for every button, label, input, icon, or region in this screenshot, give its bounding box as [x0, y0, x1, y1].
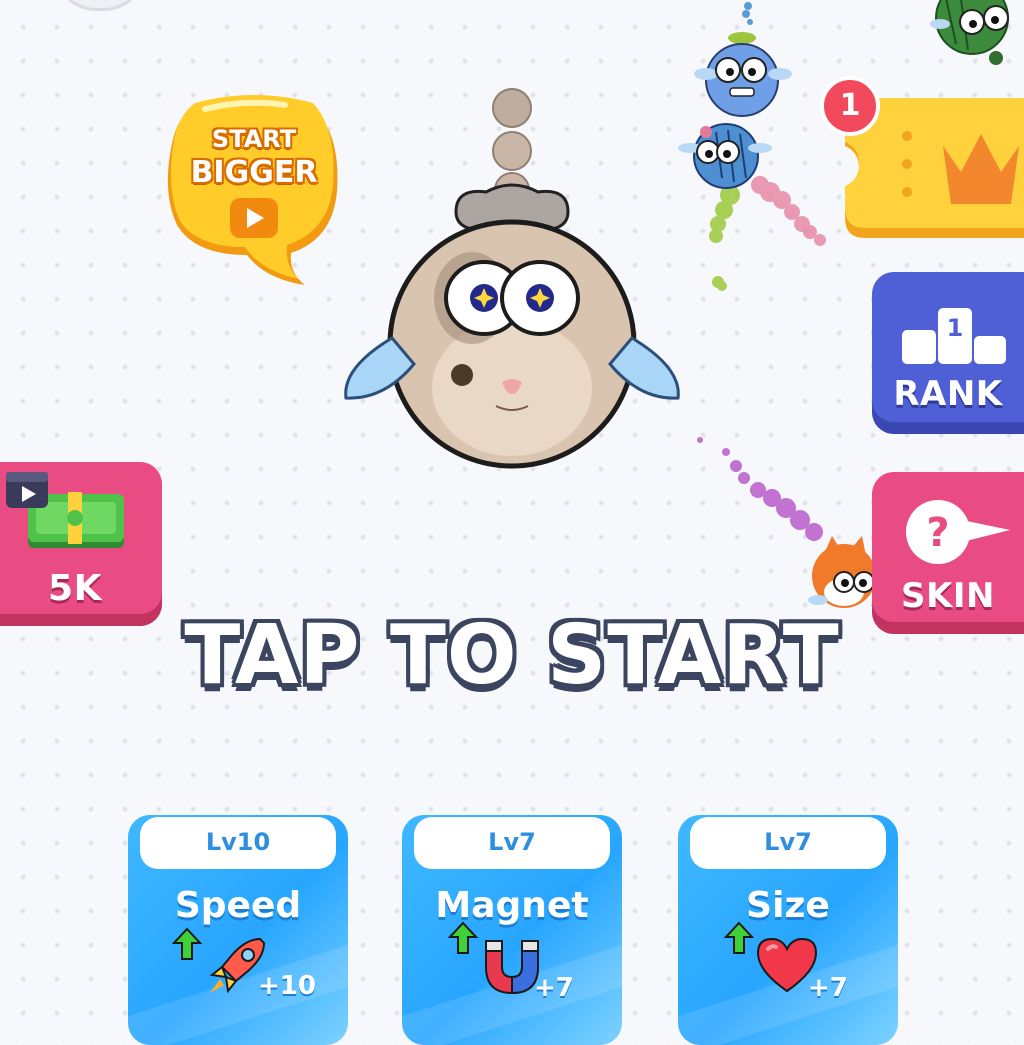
speed-level: Lv10 — [140, 817, 336, 869]
start-bigger-line1: START — [211, 125, 297, 153]
start-bigger-line2: BIGGER — [190, 155, 318, 190]
speed-upgrade-card[interactable]: Lv10 Speed +10 — [128, 815, 348, 1045]
podium-number: 1 — [947, 314, 964, 342]
blue-creature-enemy — [694, 32, 792, 117]
player-character — [344, 88, 680, 469]
start-bigger-button[interactable]: START BIGGER — [165, 95, 343, 285]
upgrade-arrow-icon — [724, 921, 754, 954]
magnet-name: Magnet — [435, 885, 589, 926]
cash-reward-button[interactable]: 5K — [0, 462, 162, 626]
speech-bubble-shape — [167, 95, 338, 285]
tap-to-start-prompt[interactable]: TAP TO START — [0, 608, 1024, 703]
size-name: Size — [746, 885, 830, 926]
magnet-bonus: +7 — [534, 973, 574, 1003]
question-glyph: ? — [926, 510, 949, 556]
cash-icon — [6, 472, 124, 548]
podium-icon: 1 — [902, 308, 1006, 364]
green-creature-enemy — [930, 0, 1009, 65]
magnet-level: Lv7 — [414, 817, 610, 869]
size-bonus: +7 — [808, 973, 848, 1003]
size-level: Lv7 — [690, 817, 886, 869]
speed-name: Speed — [174, 885, 302, 926]
fuzzy-creature-enemy — [678, 123, 772, 189]
play-video-icon — [230, 198, 278, 238]
cash-label: 5K — [48, 568, 102, 609]
rank-label: RANK — [893, 374, 1003, 414]
upgrade-arrow-icon — [172, 927, 202, 960]
magnet-upgrade-card[interactable]: Lv7 Magnet +7 — [402, 815, 622, 1045]
upgrade-arrow-icon — [448, 921, 478, 954]
rank-button[interactable]: 1 RANK — [872, 272, 1024, 434]
partial-circle-decoration — [52, 0, 148, 11]
notification-badge: 1 — [820, 76, 880, 136]
question-pointer-icon: ? — [906, 500, 1010, 564]
size-upgrade-card[interactable]: Lv7 Size +7 — [678, 815, 898, 1045]
speed-bonus: +10 — [258, 971, 316, 1001]
